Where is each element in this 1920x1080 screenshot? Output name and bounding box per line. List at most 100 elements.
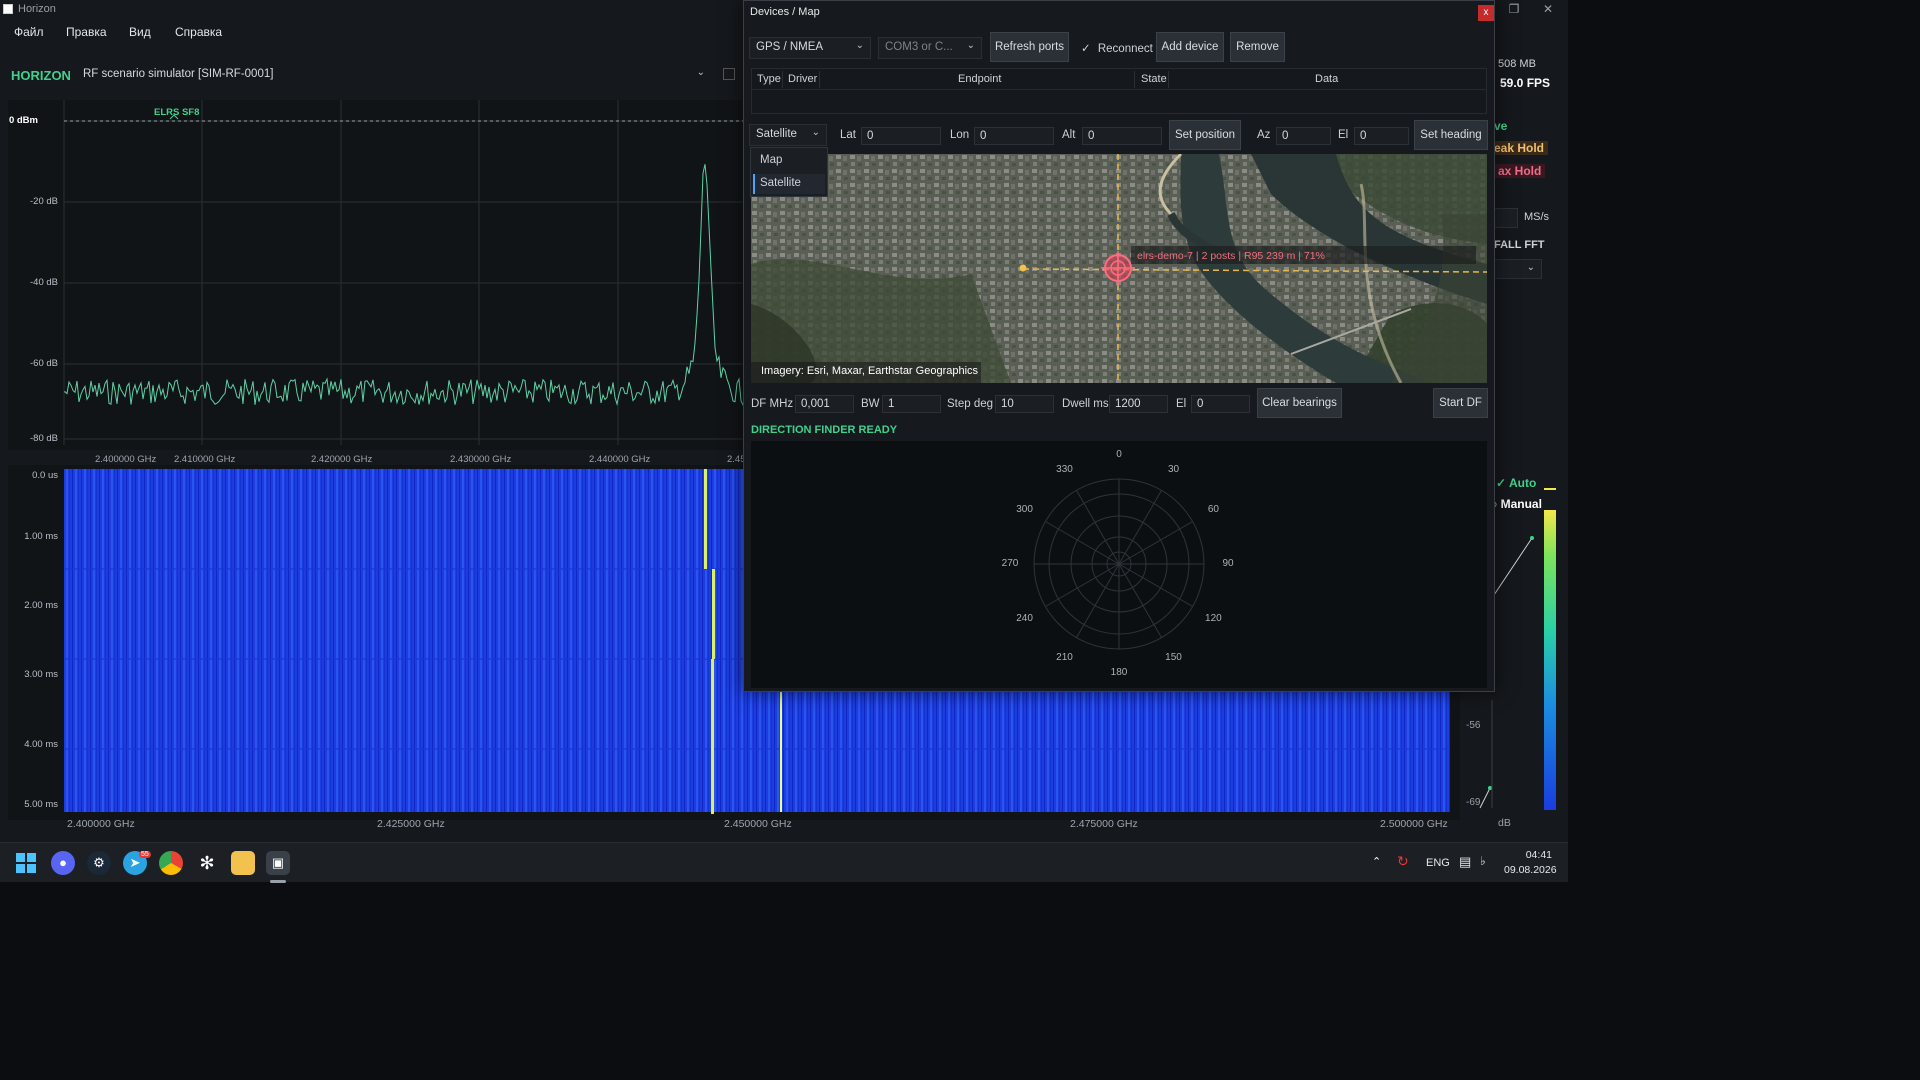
step-deg-label: Step deg (947, 398, 994, 410)
map-option-map[interactable]: Map (760, 154, 782, 166)
column-header-state[interactable]: State (1141, 73, 1167, 85)
polar-angle-label: 0 (1116, 449, 1122, 460)
column-header-type[interactable]: Type (757, 73, 781, 85)
toolbar-checkbox[interactable] (723, 68, 735, 80)
devices-map-dialog: Devices / Map x GPS / NMEA ⌄ COM3 or C..… (743, 0, 1495, 692)
dwell-label: Dwell ms (1062, 398, 1109, 410)
color-scale-bar[interactable] (1544, 510, 1556, 810)
scale-unit: dB (1498, 817, 1511, 829)
set-position-button[interactable]: Set position (1169, 120, 1241, 150)
alt-field[interactable]: 0 (1082, 127, 1162, 145)
live-toggle[interactable]: ve (1494, 119, 1507, 133)
clear-bearings-button[interactable]: Clear bearings (1257, 388, 1342, 418)
bw-label: BW (861, 398, 880, 410)
menu-view[interactable]: Вид (129, 25, 151, 39)
column-header-driver[interactable]: Driver (788, 73, 817, 85)
df-el-label: El (1176, 398, 1187, 410)
polar-svg (1033, 478, 1205, 650)
dialog-close-button[interactable]: x (1478, 5, 1494, 21)
spectrum-y-label: -40 dB (30, 277, 58, 288)
file-explorer-icon[interactable] (231, 851, 255, 875)
telegram-badge: 55 (139, 851, 151, 858)
scenario-select[interactable]: RF scenario simulator [SIM-RF-0001] ⌄ (76, 64, 712, 85)
satellite-map[interactable]: elrs-demo-7 | 2 posts | R95 239 m | 71% … (751, 154, 1487, 383)
map-imagery (751, 154, 1487, 383)
fft-select[interactable]: ⌄ (1494, 259, 1542, 279)
peak-hold-toggle[interactable]: eak Hold (1490, 141, 1549, 155)
spectrum-y-label: 0 dBm (8, 115, 38, 126)
az-field[interactable]: 0 (1276, 127, 1331, 145)
alt-label: Alt (1062, 129, 1076, 141)
polar-angle-label: 120 (1205, 612, 1222, 624)
manual-scale-radio[interactable]: ○ Manual (1490, 497, 1542, 511)
map-option-satellite[interactable]: Satellite (753, 174, 825, 194)
map-option-satellite-label: Satellite (760, 177, 801, 189)
refresh-ports-button[interactable]: Refresh ports (990, 32, 1069, 62)
waterfall-x-label: 2.450000 GHz (724, 818, 792, 830)
scale-bottom-value: -69 (1466, 797, 1481, 808)
el-field[interactable]: 0 (1354, 127, 1409, 145)
auto-label: Auto (1508, 476, 1537, 490)
remove-device-button[interactable]: Remove (1230, 32, 1285, 62)
menu-file[interactable]: Файл (14, 25, 44, 39)
steam-icon[interactable]: ⚙ (87, 851, 111, 875)
dialog-title: Devices / Map (750, 6, 820, 18)
scale-top-handle[interactable] (1544, 488, 1556, 490)
maximize-button[interactable]: ❐ (1496, 0, 1532, 20)
scale-top-value: -56 (1466, 720, 1481, 731)
polar-bearing-plot[interactable]: 0 30 60 90 120 150 180 210 240 270 300 330 (751, 441, 1487, 688)
clock-time[interactable]: 04:41 (1506, 849, 1552, 861)
waterfall-x-label: 2.400000 GHz (67, 818, 135, 830)
menu-help[interactable]: Справка (175, 25, 222, 39)
df-mhz-label: DF MHz (751, 398, 794, 410)
horizon-app-icon[interactable]: ▣ (266, 851, 290, 875)
lat-field[interactable]: 0 (861, 127, 941, 145)
target-info-label: elrs-demo-7 | 2 posts | R95 239 m | 71% (1137, 250, 1325, 262)
reconnect-label: Reconnect (1097, 43, 1153, 55)
discord-icon[interactable]: ● (51, 851, 75, 875)
spectrum-y-label: -80 dB (30, 433, 58, 444)
port-select[interactable]: COM3 or C... ⌄ (878, 37, 982, 59)
bw-field[interactable]: 1 (882, 395, 941, 413)
dwell-field[interactable]: 1200 (1109, 395, 1168, 413)
map-mode-select[interactable]: Satellite ⌄ (749, 124, 827, 146)
set-heading-button[interactable]: Set heading (1414, 120, 1488, 150)
spectrum-plot[interactable]: ELRS SF8 0 dBm -20 dB -40 dB -60 dB -80 … (8, 100, 768, 450)
network-icon[interactable]: ▤ (1459, 854, 1471, 870)
chatgpt-icon[interactable]: ✻ (195, 851, 219, 875)
start-df-button[interactable]: Start DF (1433, 388, 1488, 418)
waterfall-y-label: 2.00 ms (24, 600, 58, 611)
lon-field[interactable]: 0 (974, 127, 1054, 145)
df-el-field[interactable]: 0 (1191, 395, 1250, 413)
device-type-select[interactable]: GPS / NMEA ⌄ (749, 37, 871, 59)
auto-scale-radio[interactable]: ✓ Auto (1496, 476, 1536, 490)
menu-edit[interactable]: Правка (66, 25, 107, 39)
clock-date[interactable]: 09.08.2026 (1504, 864, 1557, 876)
volume-icon[interactable]: ♭ (1480, 854, 1486, 868)
spectrum-x-label: 2.400000 GHz (95, 454, 157, 465)
polar-angle-label: 330 (1056, 463, 1073, 475)
polar-angle-label: 300 (1016, 503, 1033, 515)
language-indicator[interactable]: ENG (1426, 857, 1450, 869)
step-deg-field[interactable]: 10 (995, 395, 1054, 413)
df-mhz-field[interactable]: 0,001 (795, 395, 854, 413)
column-header-data[interactable]: Data (1315, 73, 1338, 85)
taskbar: ● ⚙ ➤ 55 ✻ ▣ ⌃ ↻ ENG ▤ ♭ 04:41 09.08.202… (0, 842, 1568, 883)
start-icon[interactable] (14, 851, 38, 875)
close-window-button[interactable]: ✕ (1530, 0, 1566, 20)
chevron-down-icon: ⌄ (855, 40, 864, 51)
device-table[interactable]: Type Driver Endpoint State Data (751, 68, 1487, 114)
polar-angle-label: 60 (1207, 503, 1219, 515)
reconnect-checkbox[interactable]: ✓ Reconnect (1081, 41, 1153, 55)
tray-chevron-up-icon[interactable]: ⌃ (1372, 855, 1381, 868)
spectrum-x-label: 2.410000 GHz (174, 454, 236, 465)
add-device-button[interactable]: Add device (1156, 32, 1224, 62)
waterfall-x-label: 2.500000 GHz (1380, 818, 1448, 830)
max-hold-toggle[interactable]: ax Hold (1494, 164, 1546, 178)
chrome-icon[interactable] (159, 851, 183, 875)
sync-icon[interactable]: ↻ (1397, 853, 1409, 870)
sample-rate-field[interactable] (1494, 208, 1518, 228)
chevron-down-icon: ⌄ (811, 127, 820, 138)
spectrum-y-label: -60 dB (30, 358, 58, 369)
column-header-endpoint[interactable]: Endpoint (958, 73, 1001, 85)
